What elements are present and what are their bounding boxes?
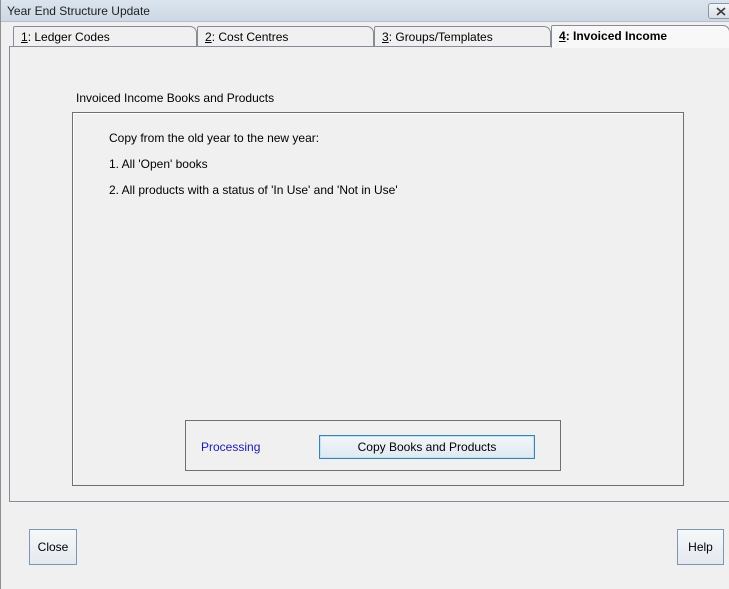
section-label: Invoiced Income Books and Products — [76, 91, 275, 105]
tab-cost-centres-label: : Cost Centres — [211, 30, 289, 44]
tab-groups-templates[interactable]: 3: Groups/Templates — [374, 26, 551, 47]
copy-instruction-text: Copy from the old year to the new year: — [109, 131, 320, 145]
tab-ledger-codes-label: : Ledger Codes — [27, 30, 110, 44]
processing-status-label: Processing — [201, 440, 261, 454]
title-bar: Year End Structure Update — [1, 0, 729, 22]
open-books-text: 1. All 'Open' books — [109, 157, 208, 171]
copy-books-and-products-button[interactable]: Copy Books and Products — [319, 435, 535, 459]
tab-cost-centres-key: 2 — [205, 30, 212, 44]
help-button[interactable]: Help — [677, 529, 724, 565]
tab-invoiced-income-label: : Invoiced Income — [565, 29, 668, 43]
tab-invoiced-income-key: 4 — [559, 29, 566, 43]
tab-groups-templates-key: 3 — [382, 30, 389, 44]
products-status-text: 2. All products with a status of 'In Use… — [109, 183, 398, 197]
close-icon — [716, 7, 726, 16]
tab-cost-centres[interactable]: 2: Cost Centres — [197, 26, 374, 47]
tab-ledger-codes[interactable]: 1: Ledger Codes — [13, 26, 197, 47]
tab-page-invoiced-income: Invoiced Income Books and Products Copy … — [9, 47, 729, 502]
window-close-button[interactable] — [708, 3, 729, 19]
window-title: Year End Structure Update — [7, 4, 150, 18]
processing-panel: Processing Copy Books and Products — [185, 420, 561, 471]
tab-ledger-codes-key: 1 — [21, 30, 28, 44]
close-button[interactable]: Close — [29, 529, 77, 565]
year-end-structure-update-window: Year End Structure Update 1: Ledger Code… — [0, 0, 729, 589]
tab-groups-templates-label: : Groups/Templates — [388, 30, 493, 44]
tab-invoiced-income[interactable]: 4: Invoiced Income — [551, 25, 729, 48]
content-group-box: Copy from the old year to the new year: … — [72, 112, 684, 486]
